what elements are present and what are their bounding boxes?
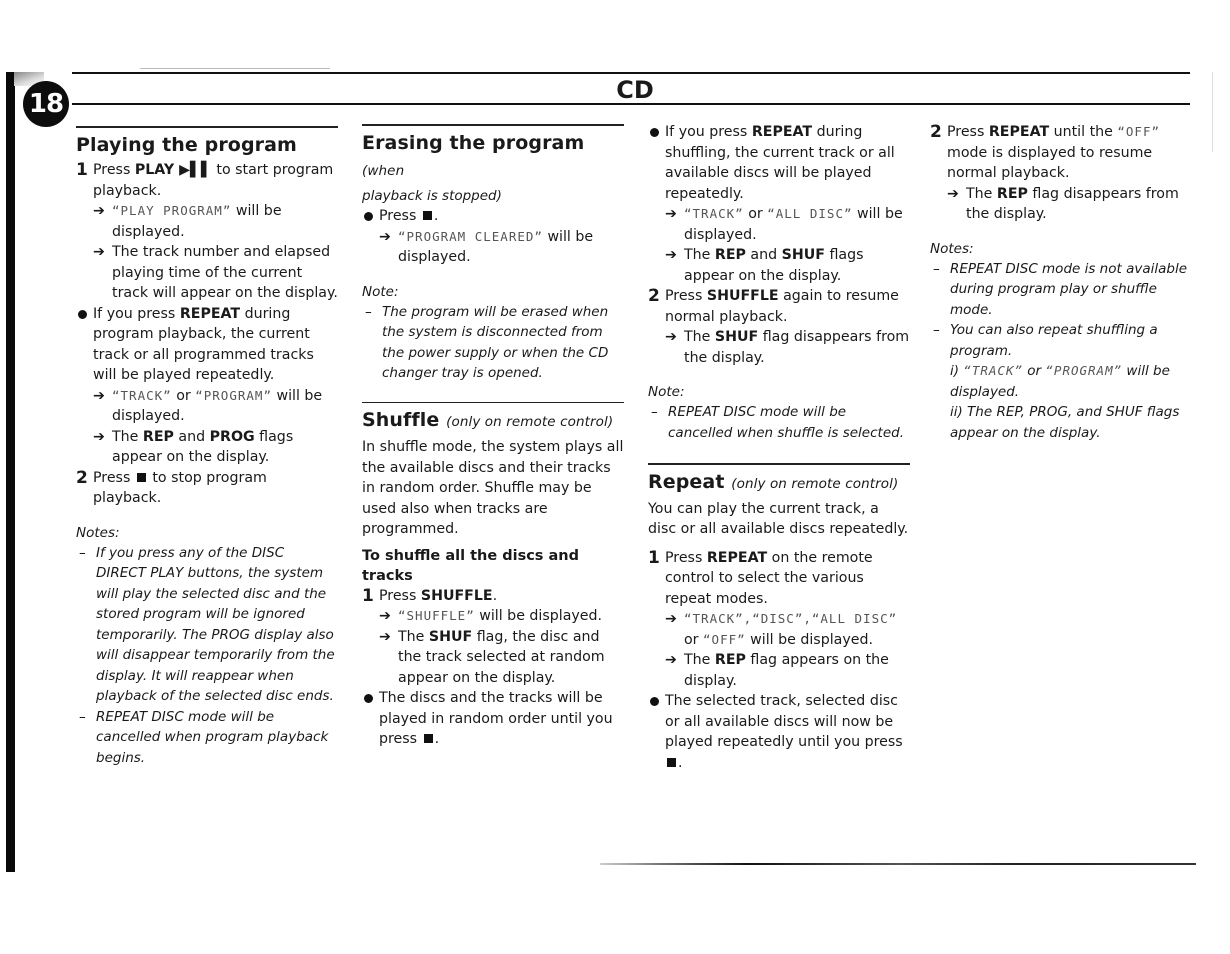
arrow-icon: ➔ (93, 203, 105, 219)
step-1: 1 Press SHUFFLE. (362, 585, 498, 606)
result-arrow: ➔ “TRACK” or “PROGRAM” will be displayed… (93, 387, 323, 425)
note-item: – REPEAT DISC mode is not available duri… (933, 260, 1188, 318)
result-arrow: ➔ The track number and elapsed playing t… (93, 244, 338, 301)
note-item: – If you press any of the DISC DIRECT PL… (79, 544, 335, 705)
notes-heading: Notes: (930, 240, 974, 257)
bullet-item: If you press REPEAT during shuffling, th… (648, 122, 910, 204)
result-arrow: ➔ “TRACK”,“DISC”,“ALL DISC” or “OFF” wil… (665, 611, 898, 648)
arrow-icon: ➔ (947, 185, 959, 202)
arrow-icon: ➔ (93, 244, 105, 260)
result-arrow: ➔ “SHUFFLE” will be displayed. (362, 606, 624, 627)
arrow-icon: ➔ (93, 428, 105, 445)
step-number: 1 (362, 585, 374, 606)
arrow-icon: ➔ (665, 329, 677, 345)
column-shuffle-repeat: If you press REPEAT during shuffling, th… (648, 120, 910, 773)
section-subtitle: playback is stopped) (362, 188, 502, 204)
dash-icon: – (651, 404, 658, 420)
note-item: – REPEAT DISC mode will be cancelled whe… (651, 404, 904, 441)
step-number: 2 (930, 122, 942, 142)
arrow-icon: ➔ (665, 611, 677, 627)
header-rule-top (72, 72, 1190, 74)
bullet-dot-icon (364, 694, 373, 703)
arrow-icon: ➔ (665, 247, 677, 263)
page-spine-bar (6, 72, 15, 872)
step-number: 1 (648, 547, 660, 568)
note-item: – You can also repeat shuffling a progra… (933, 322, 1180, 441)
shuffle-intro: In shuffle mode, the system plays all th… (362, 439, 624, 537)
note-heading: Note: (648, 384, 685, 400)
bullet-dot-icon (78, 309, 87, 319)
note-item: – The program will be erased when the sy… (365, 303, 609, 382)
column-playing-program: Playing the program 1 Press PLAY ▶▌▌ to … (76, 120, 338, 768)
result-arrow: ➔ The REP and SHUF flags appear on the d… (665, 247, 864, 284)
subsection-title-shuffle-all: To shuffle all the discs and tracks (362, 547, 579, 584)
result-arrow: ➔ The REP and PROG flags appear on the d… (93, 428, 294, 466)
stop-icon (136, 472, 146, 482)
notes-heading: Notes: (76, 524, 120, 541)
section-rule (362, 401, 624, 403)
bullet-dot-icon (650, 128, 659, 137)
page-number-badge: 18 (23, 81, 69, 127)
result-arrow: ➔ “PLAY PROGRAM” will be displayed. (93, 203, 282, 240)
page-edge (1212, 72, 1213, 152)
dash-icon: – (79, 544, 86, 561)
step-number: 2 (648, 286, 660, 306)
result-arrow: ➔ The REP flag disappears from the displ… (947, 185, 1179, 223)
result-arrow: ➔ The SHUF flag disappears from the disp… (665, 329, 910, 366)
arrow-icon: ➔ (93, 387, 105, 404)
result-arrow: ➔ “PROGRAM CLEARED” will be displayed. (379, 228, 594, 266)
dash-icon: – (933, 260, 940, 277)
dash-icon: – (933, 322, 940, 338)
footer-rule (600, 863, 1196, 865)
arrow-icon: ➔ (379, 228, 391, 245)
repeat-intro: You can play the current track, a disc o… (648, 500, 909, 538)
play-pause-key: PLAY ▶▌▌ (134, 162, 212, 178)
step-2: 2 Press REPEAT until the “OFF” mode is d… (930, 122, 1161, 181)
bullet-dot-icon (650, 697, 659, 706)
section-rule (362, 124, 624, 126)
bullet-item: The selected track, selected disc or all… (648, 691, 910, 773)
step-number: 1 (76, 160, 88, 180)
section-rule (648, 463, 910, 465)
column-erasing-shuffle: Erasing the program (when playback is st… (362, 120, 624, 750)
section-title-erasing: Erasing the program (when (362, 132, 585, 179)
stop-icon (422, 211, 432, 220)
section-rule (76, 126, 338, 128)
bullet-item: If you press REPEAT during program playb… (76, 304, 338, 386)
step-1: 1 Press REPEAT on the remote control to … (648, 547, 873, 607)
result-arrow: ➔ “TRACK” or “ALL DISC” will be displaye… (665, 206, 903, 243)
section-title-repeat: Repeat (only on remote control) (648, 470, 899, 493)
arrow-icon: ➔ (379, 608, 391, 624)
stop-icon (423, 734, 433, 743)
note-heading: Note: (362, 283, 399, 300)
arrow-icon: ➔ (665, 206, 677, 222)
result-arrow: ➔ The REP flag appears on the display. (665, 652, 889, 689)
result-arrow: ➔ The SHUF flag, the disc and the track … (379, 628, 605, 686)
dash-icon: – (79, 708, 86, 725)
arrow-icon: ➔ (665, 652, 677, 668)
section-title-shuffle: Shuffle (only on remote control) (362, 409, 614, 431)
chapter-title: CD (616, 76, 654, 104)
step-number: 2 (76, 467, 88, 488)
dash-icon: – (365, 303, 372, 320)
lcd-text: “PLAY PROGRAM” (112, 203, 232, 218)
stop-icon (667, 757, 676, 767)
bullet-item: Press . (362, 206, 624, 227)
step-1: 1 Press PLAY ▶▌▌ to start program playba… (76, 160, 334, 199)
section-title-playing-program: Playing the program (76, 134, 297, 156)
bullet-dot-icon (364, 212, 373, 221)
bullet-item: The discs and the tracks will be played … (362, 688, 624, 750)
arrow-icon: ➔ (379, 628, 391, 645)
step-2: 2 Press to stop program playback. (76, 467, 267, 507)
step-2: 2 Press SHUFFLE again to resume normal p… (648, 286, 899, 325)
column-repeat-continued: 2 Press REPEAT until the “OFF” mode is d… (930, 120, 1188, 443)
note-item: – REPEAT DISC mode will be cancelled whe… (79, 708, 329, 766)
scan-artifact-line (140, 68, 330, 69)
